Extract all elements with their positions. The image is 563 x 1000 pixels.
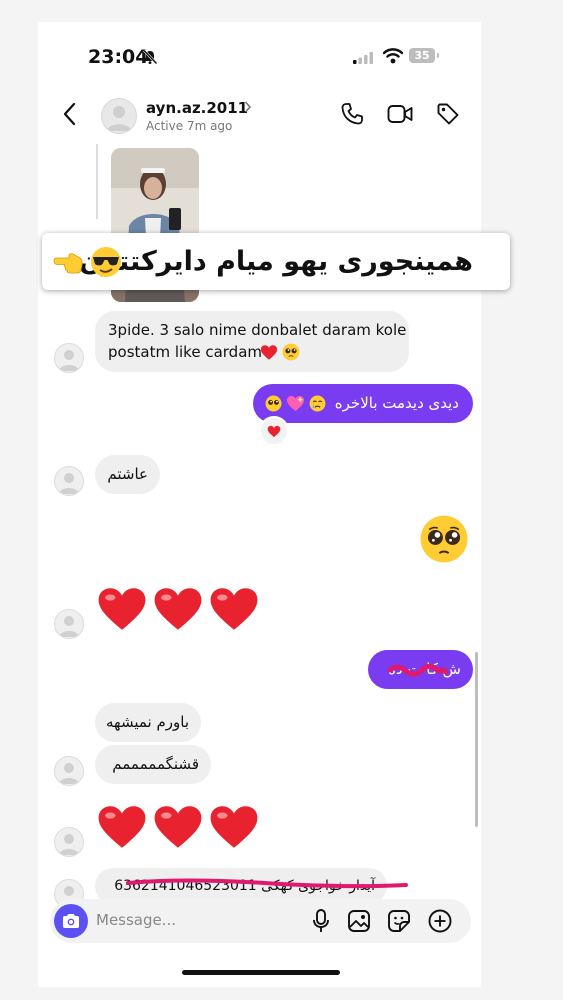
- message-bubble[interactable]: عاشتم: [95, 455, 160, 494]
- message-text: قشنگمممممم: [112, 755, 199, 773]
- home-indicator[interactable]: [182, 970, 340, 975]
- caption-text: همینجوری یهو میام دایرکتتون: [78, 246, 474, 277]
- sparkling-heart-emoji-icon: [287, 395, 304, 412]
- sunglasses-emoji-icon: [91, 247, 121, 277]
- pleading-face-emoji-icon: [282, 343, 300, 361]
- battery-tip: [437, 53, 439, 58]
- contact-avatar[interactable]: [101, 98, 137, 134]
- message-text: دیدی دیدمت بالاخره: [334, 394, 459, 412]
- message-composer: Message...: [50, 899, 471, 943]
- message-bubble[interactable]: دیدی دیدمت بالاخره: [253, 384, 473, 423]
- sticker-icon[interactable]: [387, 909, 411, 933]
- default-avatar-icon: [59, 473, 79, 494]
- back-arrow-icon[interactable]: [62, 102, 78, 126]
- redaction-scribble: [388, 663, 448, 677]
- active-status: Active 7m ago: [146, 119, 233, 133]
- message-text: 3pide. 3 salo nime donbalet daram kole: [108, 321, 407, 339]
- status-time: 23:04: [88, 46, 149, 68]
- default-avatar-icon: [59, 616, 79, 637]
- status-bar: 23:04 35: [38, 22, 481, 92]
- heart-emoji-icon[interactable]: [208, 585, 260, 633]
- sender-avatar[interactable]: [54, 343, 84, 373]
- scrollbar[interactable]: [475, 652, 478, 827]
- bell-muted-icon: [143, 49, 158, 65]
- default-avatar-icon: [59, 763, 79, 784]
- battery-icon: 35: [409, 48, 435, 63]
- heart-emoji-icon: [260, 345, 278, 360]
- phone-call-icon[interactable]: [340, 102, 364, 126]
- heart-emoji-icon[interactable]: [152, 803, 204, 851]
- plus-icon[interactable]: [428, 909, 452, 933]
- message-bubble[interactable]: 3pide. 3 salo nime donbalet daram kole p…: [95, 311, 409, 372]
- heart-emoji-icon[interactable]: [152, 585, 204, 633]
- default-avatar-icon: [107, 106, 131, 131]
- heart-emoji-icon[interactable]: [96, 803, 148, 851]
- message-text: postatm like cardam: [108, 343, 262, 361]
- message-bubble[interactable]: ش کا ت ده: [368, 650, 473, 689]
- phone-screen: 23:04 35 ayn.az.2011 Active 7m ago 3pide…: [38, 22, 481, 987]
- heart-emoji-icon[interactable]: [208, 803, 260, 851]
- crying-face-emoji-icon: [309, 395, 326, 412]
- sender-avatar[interactable]: [54, 756, 84, 786]
- message-text: باورم نمیشهه: [106, 713, 189, 731]
- microphone-icon[interactable]: [312, 909, 330, 933]
- sender-avatar[interactable]: [54, 827, 84, 857]
- chat-header: ayn.az.2011 Active 7m ago: [38, 94, 481, 144]
- tag-icon[interactable]: [436, 102, 460, 126]
- pleading-face-emoji-icon: [265, 395, 282, 412]
- message-bubble[interactable]: قشنگمممممم: [95, 745, 211, 784]
- pleading-face-emoji-icon[interactable]: [419, 514, 469, 564]
- sender-avatar[interactable]: [54, 609, 84, 639]
- signal-icon: [353, 52, 373, 64]
- message-bubble[interactable]: باورم نمیشهه: [95, 703, 201, 742]
- redaction-scribble: [126, 878, 408, 889]
- gallery-icon[interactable]: [347, 909, 371, 933]
- pointing-hand-emoji-icon: [53, 253, 83, 274]
- default-avatar-icon: [59, 350, 79, 371]
- reply-thread-line: [96, 144, 98, 219]
- message-text: عاشتم: [107, 465, 148, 483]
- default-avatar-icon: [59, 834, 79, 855]
- heart-emoji-icon[interactable]: [96, 585, 148, 633]
- camera-icon: [63, 914, 79, 928]
- sender-avatar[interactable]: [54, 466, 84, 496]
- contact-username[interactable]: ayn.az.2011: [146, 99, 248, 117]
- reaction-badge[interactable]: [259, 416, 289, 446]
- video-call-icon[interactable]: [387, 102, 413, 126]
- wifi-icon: [383, 48, 403, 64]
- heart-reaction-icon: [267, 425, 281, 438]
- chevron-right-icon[interactable]: [244, 100, 252, 114]
- camera-button[interactable]: [54, 904, 88, 938]
- message-input[interactable]: Message...: [96, 911, 176, 929]
